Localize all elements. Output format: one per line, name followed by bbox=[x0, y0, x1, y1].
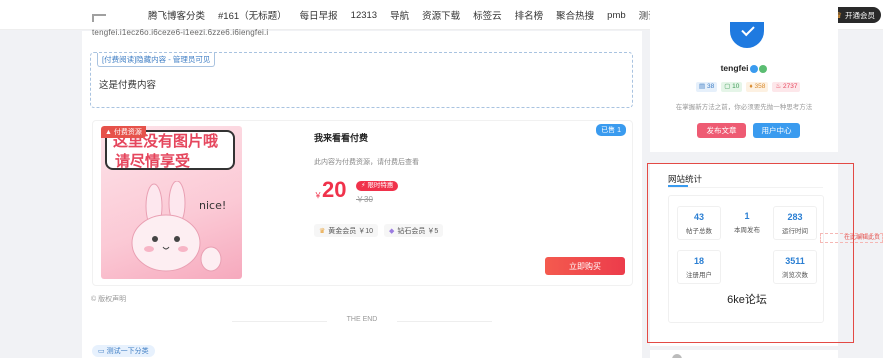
publish-article-button[interactable]: 发布文章 bbox=[697, 123, 746, 138]
nav-menu: 腾飞博客分类 #161（无标题） 每日早报 12313 导航 资源下载 标签云 … bbox=[148, 0, 684, 30]
bubble-text-line2: 请尽情享受 bbox=[115, 152, 191, 170]
author-profile-card: tengfei ▤ 38 ▢ 10 ♦ 358 ♨ 2737 在掌握新方法之前，… bbox=[650, 0, 838, 152]
article-card: tengfei.i1ecz6o.i6ceze6-i1eezi.6zze6.i6i… bbox=[82, 28, 642, 358]
divider-line bbox=[397, 321, 492, 322]
hidden-content-tag: [付费阅读]隐藏内容 - 管理员可见 bbox=[97, 53, 216, 67]
diamond-icon: ◆ bbox=[389, 227, 395, 235]
crown-icon: ♛ bbox=[319, 227, 326, 235]
the-end-divider: THE END bbox=[232, 316, 492, 326]
resource-title: 我来看看付费 bbox=[314, 133, 369, 143]
views-count: ♨ 2737 bbox=[772, 82, 801, 92]
nav-item-post-161[interactable]: #161（无标题） bbox=[218, 8, 287, 22]
nav-item-tag-cloud[interactable]: 标签云 bbox=[473, 8, 502, 22]
user-center-button[interactable]: 用户中心 bbox=[753, 123, 800, 138]
article-url-text: tengfei.i1ecz6o.i6ceze6-i1eezi.6zze6.i6i… bbox=[92, 28, 269, 37]
resource-thumbnail[interactable]: ▲ 付费资源 这里没有图片哦 请尽情享受 nice! bbox=[101, 126, 242, 279]
folder-icon: ▭ bbox=[98, 348, 105, 355]
price-value: 20 bbox=[322, 177, 347, 202]
category-tag[interactable]: ▭ 测试一下分类 bbox=[92, 345, 155, 357]
nav-item-12313[interactable]: 12313 bbox=[351, 10, 377, 21]
nav-item-daily-news[interactable]: 每日早报 bbox=[300, 8, 338, 22]
likes-count: ♦ 358 bbox=[746, 82, 769, 92]
author-stats: ▤ 38 ▢ 10 ♦ 358 ♨ 2737 bbox=[696, 82, 801, 92]
posts-count: ▤ 38 bbox=[696, 82, 718, 92]
bunny-illustration bbox=[131, 181, 222, 272]
nav-item-downloads[interactable]: 资源下载 bbox=[422, 8, 460, 22]
edit-widget-hint[interactable]: 在此编辑此页 bbox=[820, 233, 883, 243]
hidden-content-box: [付费阅读]隐藏内容 - 管理员可见 这是付费内容 bbox=[90, 52, 633, 108]
paid-resource-tag: ▲ 付费资源 bbox=[101, 126, 146, 138]
gold-member-price: ♛ 黄金会员 ￥10 bbox=[314, 224, 379, 237]
author-name[interactable]: tengfei bbox=[650, 63, 838, 73]
nav-item-categories[interactable]: 腾飞博客分类 bbox=[148, 8, 205, 22]
comments-count: ▢ 10 bbox=[721, 82, 743, 92]
nav-item-hot-search[interactable]: 聚合热搜 bbox=[556, 8, 594, 22]
nav-item-pmb[interactable]: pmb bbox=[607, 10, 625, 21]
hidden-content-text: 这是付费内容 bbox=[99, 80, 157, 91]
next-widget bbox=[650, 350, 838, 358]
avatar[interactable] bbox=[672, 354, 682, 358]
verified-icon bbox=[750, 64, 759, 73]
price-row: ￥ 20 ⚡ 限时特惠 ￥30 bbox=[314, 177, 514, 207]
member-prices: ♛ 黄金会员 ￥10 ◆ 钻石会员 ￥5 bbox=[314, 224, 444, 237]
selected-widget-outline bbox=[647, 163, 854, 343]
limited-offer-tag: ⚡ 限时特惠 bbox=[356, 181, 399, 191]
author-motto: 在掌握新方法之前，你必须要先抛一种思考方法 bbox=[675, 104, 813, 111]
copyright-statement[interactable]: © 版权声明 bbox=[91, 294, 126, 304]
open-vip-label: 开通会员 bbox=[845, 10, 875, 20]
buy-now-button[interactable]: 立即购买 bbox=[545, 257, 625, 275]
logo[interactable] bbox=[92, 14, 106, 22]
resource-description: 此内容为付费资源，请付费后查看 bbox=[314, 159, 419, 166]
avatar[interactable] bbox=[730, 22, 764, 48]
diamond-member-price: ◆ 钻石会员 ￥5 bbox=[384, 224, 444, 237]
sold-badge: 已售 1 bbox=[596, 124, 626, 136]
paid-resource-box: ▲ 付费资源 这里没有图片哦 请尽情享受 nice! 我来看看付费 已售 1 此… bbox=[92, 120, 633, 286]
level-icon bbox=[759, 64, 768, 73]
nav-item-rankings[interactable]: 排名榜 bbox=[515, 8, 544, 22]
currency-symbol: ￥ bbox=[314, 191, 322, 200]
original-price: ￥30 bbox=[356, 195, 373, 204]
nav-item-navigation[interactable]: 导航 bbox=[390, 8, 409, 22]
nice-text: nice! bbox=[199, 199, 227, 212]
